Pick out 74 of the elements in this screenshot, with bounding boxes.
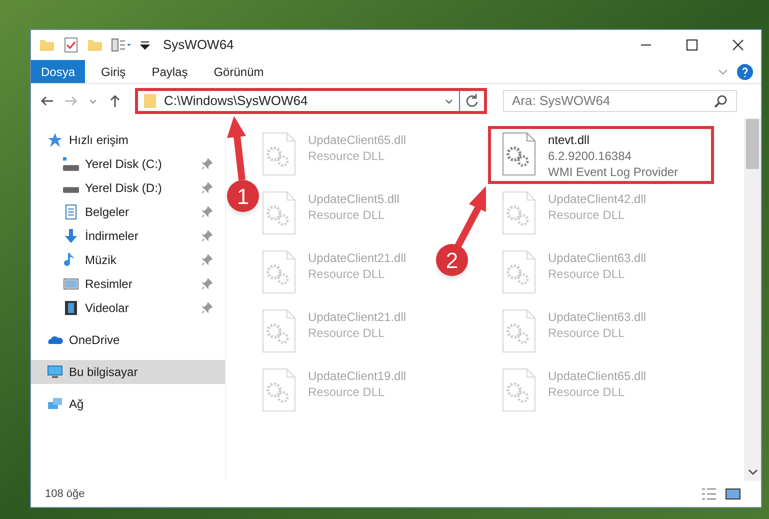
annotation-arrow xyxy=(454,186,486,248)
properties-icon[interactable] xyxy=(111,37,131,53)
search-input[interactable]: Ara: SysWOW64 xyxy=(512,91,714,111)
file-name: UpdateClient19.dll xyxy=(308,368,406,384)
pin-icon[interactable] xyxy=(201,206,213,218)
file-detail: Resource DLL xyxy=(548,207,626,223)
drive-icon xyxy=(63,156,79,172)
pin-icon[interactable] xyxy=(201,302,213,314)
pin-icon[interactable] xyxy=(201,278,213,290)
nav-item[interactable]: Yerel Disk (C:) xyxy=(31,152,225,176)
annotation-arrow xyxy=(227,116,246,180)
file-detail: Resource DLL xyxy=(308,148,386,164)
file-name: ntevt.dll xyxy=(548,132,590,148)
file-detail: Resource DLL xyxy=(308,207,386,223)
document-icon xyxy=(63,204,79,220)
folder-icon xyxy=(142,93,158,109)
picture-icon xyxy=(63,276,79,292)
nav-item[interactable]: Yerel Disk (D:) xyxy=(31,176,225,200)
star-icon xyxy=(47,132,63,148)
scroll-down-icon[interactable] xyxy=(748,467,758,477)
file-name: UpdateClient42.dll xyxy=(548,191,646,207)
nav-item[interactable]: Ağ xyxy=(31,392,225,416)
nav-item[interactable]: Videolar xyxy=(31,296,225,320)
pin-icon[interactable] xyxy=(201,230,213,242)
checklist-icon[interactable] xyxy=(63,37,79,53)
network-icon xyxy=(47,396,63,412)
file-detail: Resource DLL xyxy=(308,325,386,341)
search-field[interactable]: Ara: SysWOW64 xyxy=(503,90,737,112)
ribbon-tab[interactable]: Dosya xyxy=(31,60,86,83)
dropdown-icon[interactable] xyxy=(139,39,151,51)
file-detail: Resource DLL xyxy=(308,266,386,282)
file-name: UpdateClient63.dll xyxy=(548,250,646,266)
address-path: C:\Windows\SysWOW64 xyxy=(164,92,308,110)
nav-item[interactable]: Müzik xyxy=(31,248,225,272)
address-bar[interactable]: C:\Windows\SysWOW64 xyxy=(135,88,487,114)
nav-item[interactable]: Belgeler xyxy=(31,200,225,224)
nav-item[interactable]: Bu bilgisayar xyxy=(31,360,225,384)
file-detail: WMI Event Log Provider xyxy=(548,164,678,180)
file-detail: Resource DLL xyxy=(308,384,386,400)
computer-icon xyxy=(47,364,63,380)
nav-item[interactable]: İndirmeler xyxy=(31,224,225,248)
nav-item[interactable]: Hızlı erişim xyxy=(31,128,225,152)
scrollbar[interactable] xyxy=(744,118,761,481)
drive-icon xyxy=(63,187,79,193)
pin-icon[interactable] xyxy=(201,182,213,194)
ribbon-tab[interactable]: Paylaş xyxy=(142,60,198,83)
file-name: UpdateClient21.dll xyxy=(308,309,406,325)
file-detail: Resource DLL xyxy=(548,384,626,400)
file-name: UpdateClient65.dll xyxy=(548,368,646,384)
nav-item[interactable]: OneDrive xyxy=(31,328,225,352)
file-name: UpdateClient63.dll xyxy=(548,309,646,325)
pin-icon[interactable] xyxy=(201,254,213,266)
file-detail: Resource DLL xyxy=(548,266,626,282)
download-arrow-icon xyxy=(63,228,79,244)
file-name: UpdateClient21.dll xyxy=(308,250,406,266)
thumbnail-view-icon[interactable] xyxy=(725,486,741,502)
status-text: 108 öğe xyxy=(45,486,85,502)
refresh-icon[interactable] xyxy=(464,93,480,109)
help-icon[interactable] xyxy=(737,64,753,80)
window-title: SysWOW64 xyxy=(163,36,234,54)
close-icon xyxy=(732,39,744,51)
film-icon xyxy=(63,300,79,316)
nav-item[interactable]: Resimler xyxy=(31,272,225,296)
ribbon-tab[interactable]: Görünüm xyxy=(204,60,274,83)
file-detail: 6.2.9200.16384 xyxy=(548,148,632,164)
file-detail: Resource DLL xyxy=(548,325,626,341)
maximize-icon xyxy=(686,39,698,51)
file-name: UpdateClient5.dll xyxy=(308,191,400,207)
ribbon-tab[interactable]: Giriş xyxy=(91,60,136,83)
details-view-icon[interactable] xyxy=(701,486,717,502)
search-icon[interactable] xyxy=(714,94,728,108)
file-name: UpdateClient65.dll xyxy=(308,132,406,148)
pin-icon[interactable] xyxy=(201,158,213,170)
scrollbar-thumb[interactable] xyxy=(746,118,759,168)
